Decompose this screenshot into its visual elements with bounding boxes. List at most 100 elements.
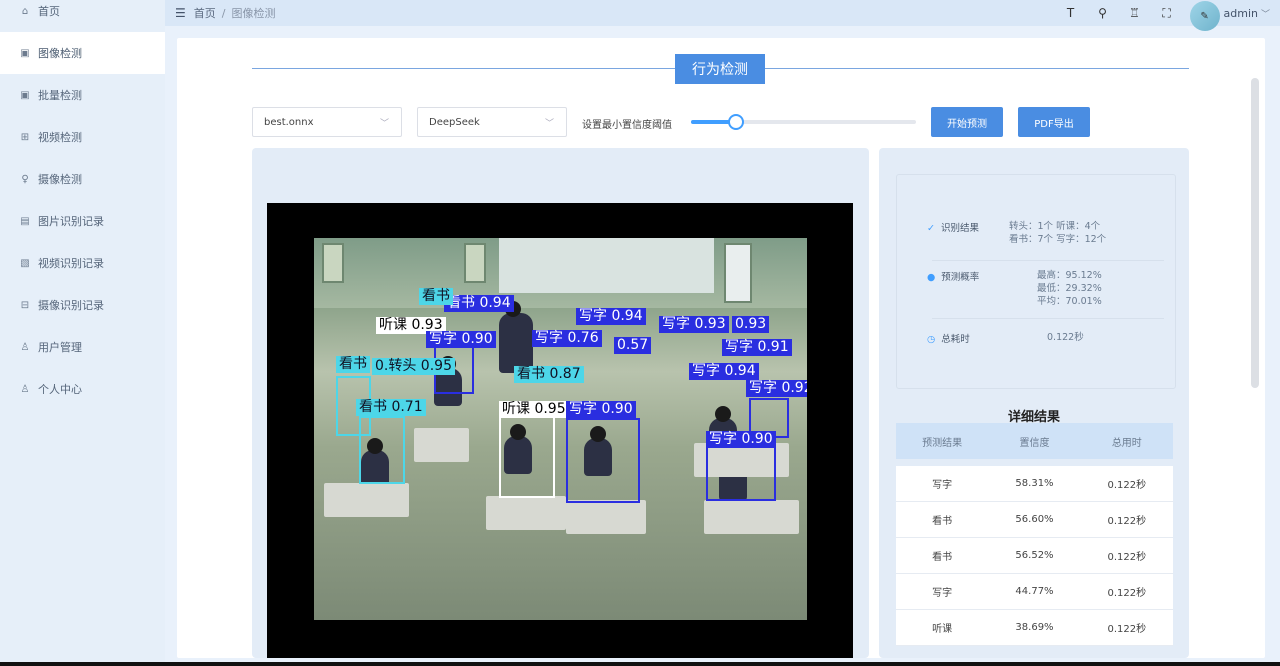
sidebar-item-label: 首页	[38, 5, 60, 18]
detection-label: 看书	[336, 356, 370, 373]
probability-label: 预测概率	[941, 272, 980, 283]
sidebar-item-camera-detect[interactable]: ♀ 摄像检测	[0, 158, 165, 200]
time-label: 总耗时	[941, 334, 970, 345]
result-counts: 转头：1个 听课：4个 看书：7个 写字：12个	[1009, 220, 1106, 246]
result-image-frame: 看书 0.94 看书 听课 0.93 写字 0.90 写字 0.76 写字 0.…	[267, 203, 853, 658]
photo-desk	[566, 500, 646, 534]
search-icon[interactable]: ⚲	[1096, 6, 1110, 20]
summary-card: ✓ 识别结果 转头：1个 听课：4个 看书：7个 写字：12个 ● 预测概率 最高：…	[896, 174, 1176, 389]
table-cell: 0.122秒	[1107, 624, 1147, 635]
result-label: 识别结果	[940, 223, 979, 234]
divider	[932, 260, 1164, 261]
top-header: ☰ 首页 / 图像检测 T ⚲ ♖ ⛶ ✎ admin ﹀	[165, 0, 1280, 31]
detection-label: 看书 0.71	[356, 399, 426, 416]
detection-label: 0.93	[732, 316, 770, 333]
detection-label: 写字 0.90	[566, 401, 636, 418]
sidebar-item-label: 视频检测	[38, 131, 82, 144]
detection-box	[566, 418, 640, 503]
detection-label: 看书	[419, 288, 453, 305]
probability-min: 最低：29.32%	[1037, 283, 1102, 294]
sidebar-item-label: 摄像识别记录	[38, 299, 104, 312]
sidebar-item-label: 批量检测	[38, 89, 82, 102]
image-icon: ▣	[20, 47, 30, 59]
table-cell: 0.122秒	[1107, 516, 1147, 527]
column-header: 预测结果	[922, 437, 963, 449]
chevron-down-icon: ﹀	[1260, 9, 1270, 20]
model-select[interactable]: best.onnx ﹀	[252, 107, 402, 137]
results-panel: ✓ 识别结果 转头：1个 听课：4个 看书：7个 写字：12个 ● 预测概率 最高：…	[879, 148, 1189, 658]
sidebar-item-label: 图片识别记录	[38, 215, 104, 228]
avatar[interactable]: ✎	[1189, 1, 1220, 31]
sidebar-item-image-records[interactable]: ▤ 图片识别记录	[0, 200, 165, 242]
probability-row: ● 预测概率	[927, 269, 979, 283]
detection-label: 0.转头 0.95	[372, 358, 455, 375]
detection-label: 写字 0.90	[426, 331, 496, 348]
table-cell: 56.52%	[1015, 550, 1054, 561]
fullscreen-icon[interactable]: ⛶	[1160, 6, 1174, 21]
table-row[interactable]: 写字 44.77% 0.122秒	[896, 574, 1173, 610]
sidebar-item-video-records[interactable]: ▧ 视频识别记录	[0, 242, 165, 284]
detection-box	[706, 446, 776, 501]
breadcrumb-current: 图像检测	[231, 7, 276, 20]
photo-cabinet	[724, 243, 752, 303]
sidebar-item-label: 个人中心	[38, 383, 82, 396]
column-header: 置信度	[1019, 437, 1050, 449]
table-cell: 0.122秒	[1107, 480, 1147, 491]
detection-label: 看书 0.87	[514, 366, 584, 383]
table-cell: 写字	[932, 588, 953, 599]
threshold-slider[interactable]	[691, 114, 916, 130]
sidebar-item-camera-records[interactable]: ⊟ 摄像识别记录	[0, 284, 165, 326]
result-summary-row: ✓ 识别结果	[927, 220, 979, 234]
sidebar-item-label: 用户管理	[38, 341, 82, 354]
menu-toggle-icon[interactable]: ☰	[175, 6, 186, 20]
clock-icon: ◷	[927, 334, 936, 345]
theme-icon[interactable]: ♖	[1128, 6, 1142, 20]
image-record-icon: ▤	[20, 215, 30, 227]
username: admin	[1223, 6, 1258, 20]
photo-desk	[704, 500, 799, 534]
sidebar-item-label: 摄像检测	[38, 173, 82, 186]
photo-desk	[486, 496, 566, 530]
sidebar-item-user-management[interactable]: ♙ 用户管理	[0, 326, 165, 368]
detail-table-body: 写字 58.31% 0.122秒 看书 56.60% 0.122秒 看书 56.…	[896, 466, 1173, 646]
image-panel: 看书 0.94 看书 听课 0.93 写字 0.90 写字 0.76 写字 0.…	[252, 148, 869, 658]
sidebar-item-home[interactable]: ⌂ 首页	[0, 0, 165, 22]
detection-label: 0.57	[614, 337, 652, 354]
table-row[interactable]: 看书 56.60% 0.122秒	[896, 502, 1173, 538]
ai-select[interactable]: DeepSeek ﹀	[417, 107, 567, 137]
photo-desk	[414, 428, 469, 462]
font-size-icon[interactable]: T	[1064, 6, 1078, 20]
start-predict-button[interactable]: 开始预测	[931, 107, 1003, 137]
sidebar-item-profile[interactable]: ♙ 个人中心	[0, 368, 165, 410]
pdf-export-button[interactable]: PDF导出	[1018, 107, 1090, 137]
ai-select-value: DeepSeek	[429, 116, 480, 128]
sidebar-item-image-detect[interactable]: ▣ 图像检测	[0, 32, 165, 74]
result-counts-line2: 看书：7个 写字：12个	[1009, 234, 1107, 245]
table-row[interactable]: 看书 56.52% 0.122秒	[896, 538, 1173, 574]
page-scrollbar[interactable]	[1251, 78, 1259, 388]
table-cell: 0.122秒	[1107, 588, 1147, 599]
chevron-down-icon: ﹀	[379, 118, 389, 129]
table-row[interactable]: 听课 38.69% 0.122秒	[896, 610, 1173, 646]
table-cell: 56.60%	[1015, 514, 1054, 525]
photo-window	[464, 243, 486, 283]
sidebar-item-batch-detect[interactable]: ▣ 批量检测	[0, 74, 165, 116]
threshold-slider-handle[interactable]	[728, 114, 744, 130]
breadcrumb: 首页 / 图像检测	[194, 5, 276, 21]
detection-label: 写字 0.94	[689, 363, 759, 380]
detail-table-header: 预测结果 置信度 总用时	[896, 423, 1173, 459]
table-cell: 0.122秒	[1107, 552, 1147, 563]
probability-avg: 平均：70.01%	[1037, 296, 1102, 307]
detection-label: 写字 0.91	[722, 339, 792, 356]
home-icon: ⌂	[21, 5, 29, 17]
photo-desk	[324, 483, 409, 517]
table-cell: 看书	[932, 552, 953, 563]
table-cell: 看书	[932, 516, 953, 527]
user-menu[interactable]: admin ﹀	[1224, 7, 1270, 20]
model-select-value: best.onnx	[264, 116, 314, 128]
table-row[interactable]: 写字 58.31% 0.122秒	[896, 466, 1173, 502]
sidebar-item-video-detect[interactable]: ⊞ 视频检测	[0, 116, 165, 158]
table-cell: 44.77%	[1015, 586, 1054, 597]
video-icon: ⊞	[20, 131, 30, 143]
breadcrumb-home[interactable]: 首页	[194, 7, 216, 20]
